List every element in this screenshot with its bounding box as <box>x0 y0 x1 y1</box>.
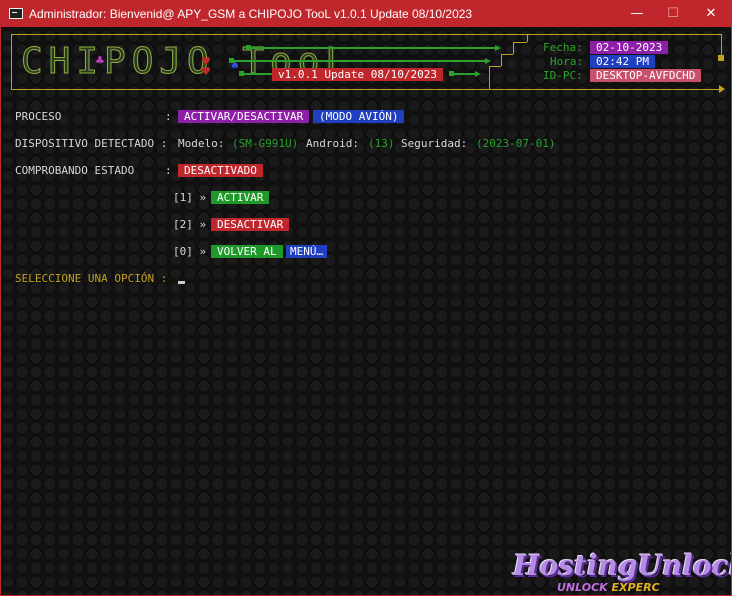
window-title: Administrador: Bienvenid@ APY_GSM a CHIP… <box>29 7 473 21</box>
console-app-icon <box>9 8 23 19</box>
connector-line <box>251 47 495 49</box>
hora-label: Hora: <box>550 55 584 68</box>
banner-frame-corner <box>718 55 724 61</box>
banner-frame-top <box>11 34 721 35</box>
idpc-label: ID-PC: <box>543 69 583 82</box>
maximize-button[interactable]: ☐ <box>653 4 693 24</box>
idpc-value: DESKTOP-AVFDCHD <box>590 69 702 82</box>
proceso-label: PROCESO <box>15 110 62 123</box>
close-button[interactable]: ✕ <box>691 4 731 24</box>
club-icon: ♣ <box>95 54 105 67</box>
heart-icon: ♥ <box>201 65 211 78</box>
connector-line <box>234 60 486 62</box>
hora-value: 02:42 PM <box>590 55 655 68</box>
option-activar[interactable]: ACTIVAR <box>211 191 270 204</box>
minimize-button[interactable]: — <box>617 4 657 24</box>
dispositivo-label: DISPOSITIVO DETECTADO : <box>15 137 168 150</box>
modelo-label: Modelo: <box>178 137 225 150</box>
step-line <box>527 34 528 42</box>
seguridad-label: Seguridad: <box>401 137 468 150</box>
proceso-colon: : <box>165 110 172 123</box>
selection-prompt: SELECCIONE UNA OPCIÓN : <box>15 272 168 285</box>
title-bar[interactable]: Administrador: Bienvenid@ APY_GSM a CHIP… <box>1 1 731 27</box>
step-line <box>513 42 527 43</box>
proceso-mode: (MODO AVIÓN) <box>313 110 405 123</box>
step-line <box>501 54 513 55</box>
fecha-label: Fecha: <box>543 41 583 54</box>
banner-frame-right <box>721 34 722 56</box>
step-line <box>489 66 490 89</box>
step-line <box>489 66 501 67</box>
option-0-key: [0] » <box>173 245 207 258</box>
modelo-value: (SM-G991U) <box>232 137 299 150</box>
version-label: v1.0.1 Update 08/10/2023 <box>272 68 443 81</box>
android-label: Android: <box>306 137 359 150</box>
banner-frame-bottom <box>11 89 721 90</box>
android-value: (13) <box>368 137 395 150</box>
connector-line <box>244 73 272 75</box>
seguridad-value: (2023-07-01) <box>476 137 556 150</box>
connector-arrow-icon <box>475 71 481 77</box>
watermark-logo: HostingUnlock <box>513 549 732 582</box>
estado-label: COMPROBANDO ESTADO <box>15 164 135 177</box>
connector-arrow-icon <box>485 58 491 64</box>
watermark-subtitle: UNLOCK EXPERC <box>557 581 660 594</box>
console-window: Administrador: Bienvenid@ APY_GSM a CHIP… <box>0 0 732 596</box>
estado-colon: : <box>165 164 172 177</box>
option-menu[interactable]: MENÚ… <box>286 245 328 258</box>
option-desactivar[interactable]: DESACTIVAR <box>211 218 290 231</box>
connector-arrow-icon <box>495 45 501 51</box>
banner-arrow-icon <box>719 85 725 93</box>
step-line <box>501 54 502 66</box>
fecha-value: 02-10-2023 <box>590 41 669 54</box>
option-1-key: [1] » <box>173 191 207 204</box>
connector-line <box>454 73 476 75</box>
input-cursor[interactable] <box>178 281 185 284</box>
step-line <box>513 42 514 54</box>
option-volver[interactable]: VOLVER AL <box>211 245 283 258</box>
proceso-value: ACTIVAR/DESACTIVAR <box>178 110 310 123</box>
option-2-key: [2] » <box>173 218 207 231</box>
banner-frame-left <box>11 34 12 90</box>
estado-value: DESACTIVADO <box>178 164 263 177</box>
